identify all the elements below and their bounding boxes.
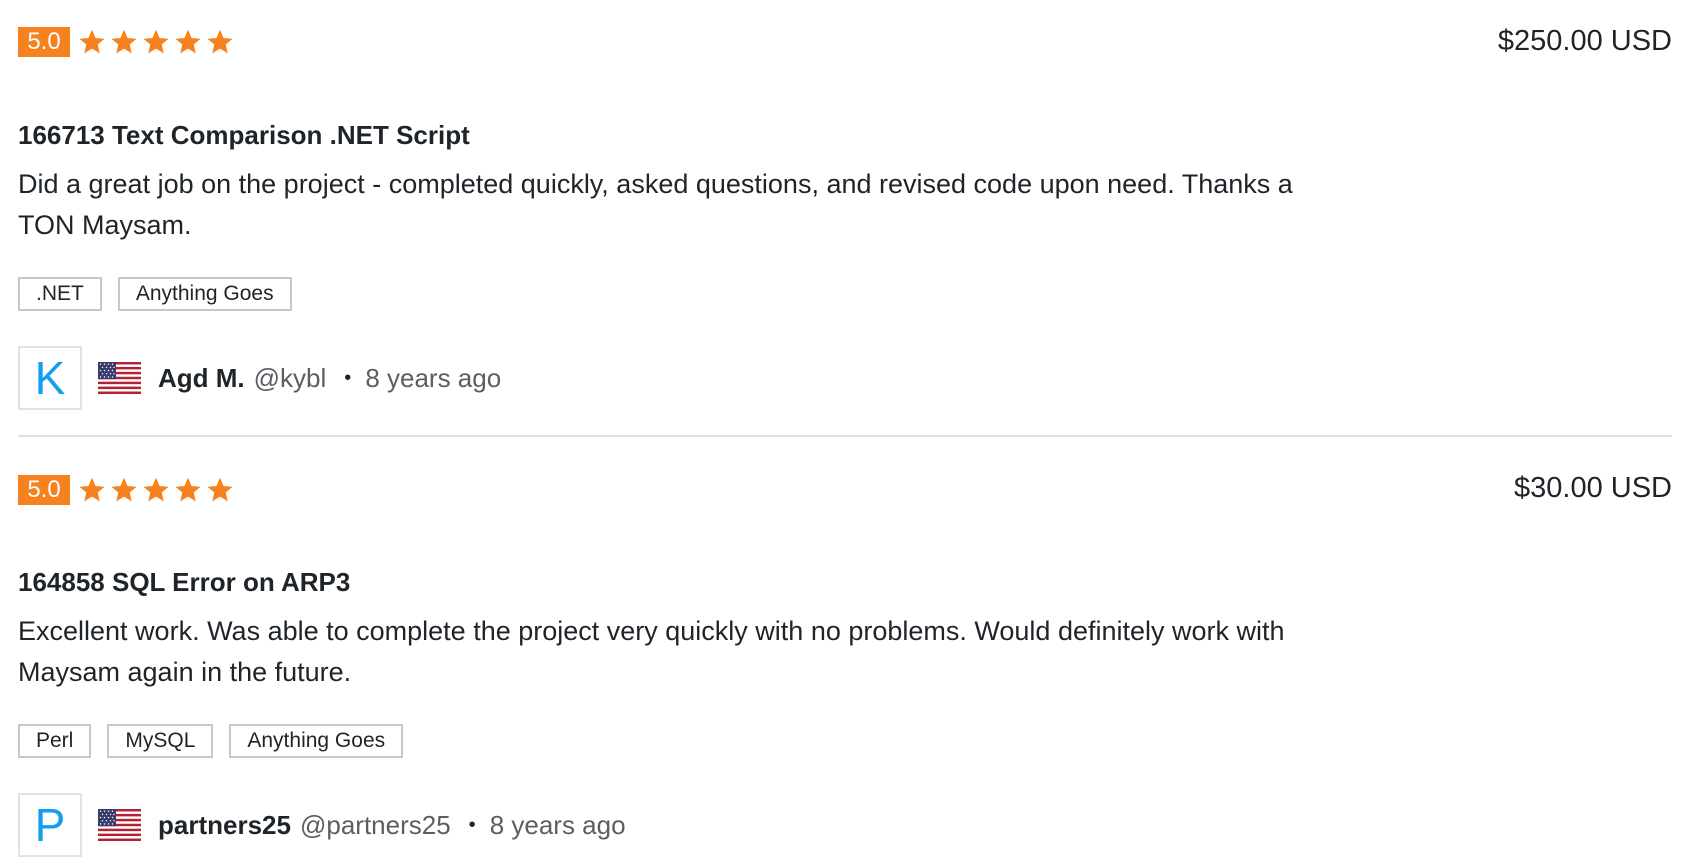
star-icon: [109, 475, 141, 505]
review-time: 8 years ago: [365, 362, 502, 393]
skill-tag[interactable]: Anything Goes: [117, 277, 292, 311]
review-text: Did a great job on the project - complet…: [18, 169, 1293, 240]
skill-tag[interactable]: .NET: [18, 277, 102, 311]
star-icon: [141, 475, 173, 505]
review-item: 5.0 $250.00 USD 166713 Text Comparison .…: [18, 0, 1672, 437]
star-icon: [205, 27, 237, 57]
star-icon: [109, 27, 141, 57]
review-text: Excellent work. Was able to complete the…: [18, 616, 1285, 687]
star-icon: [77, 475, 109, 505]
star-icon: [173, 475, 205, 505]
review-time: 8 years ago: [489, 809, 626, 840]
review-list: 5.0 $250.00 USD 166713 Text Comparison .…: [18, 0, 1672, 867]
rating-row: 5.0: [18, 27, 237, 57]
skill-tags: .NET Anything Goes: [18, 277, 292, 311]
reviewer-name[interactable]: Agd M.: [158, 363, 245, 394]
project-title[interactable]: 164858 SQL Error on ARP3: [18, 566, 350, 598]
star-icon: [173, 27, 205, 57]
us-flag-icon: [98, 809, 141, 841]
skill-tag[interactable]: Anything Goes: [229, 724, 404, 758]
project-price: $30.00 USD: [1514, 472, 1672, 504]
star-rating: [77, 27, 237, 57]
reviewer-handle: @kybl: [253, 362, 327, 393]
rating-badge: 5.0: [18, 475, 70, 505]
star-icon: [141, 27, 173, 57]
separator-dot: •: [344, 366, 352, 389]
project-price: $250.00 USD: [1497, 25, 1672, 57]
reviewer-name[interactable]: partners25: [158, 810, 291, 841]
rating-badge: 5.0: [18, 27, 70, 57]
skill-tag[interactable]: MySQL: [107, 724, 214, 758]
reviewer-handle: @partners25: [299, 809, 451, 840]
star-icon: [77, 27, 109, 57]
skill-tag[interactable]: Perl: [18, 724, 92, 758]
separator-dot: •: [468, 813, 476, 836]
project-title[interactable]: 166713 Text Comparison .NET Script: [18, 119, 470, 151]
avatar[interactable]: K: [18, 346, 82, 410]
rating-row: 5.0: [18, 475, 237, 505]
reviewer-info: P partners25 @partners25 • 8 years ago: [18, 793, 626, 857]
skill-tags: Perl MySQL Anything Goes: [18, 724, 404, 758]
reviewer-info: K Agd M. @kybl • 8 years ago: [18, 346, 501, 410]
us-flag-icon: [98, 362, 141, 394]
review-item: 5.0 $30.00 USD 164858 SQL Error on ARP3 …: [18, 437, 1672, 867]
avatar[interactable]: P: [18, 793, 82, 857]
star-rating: [77, 475, 237, 505]
star-icon: [205, 475, 237, 505]
